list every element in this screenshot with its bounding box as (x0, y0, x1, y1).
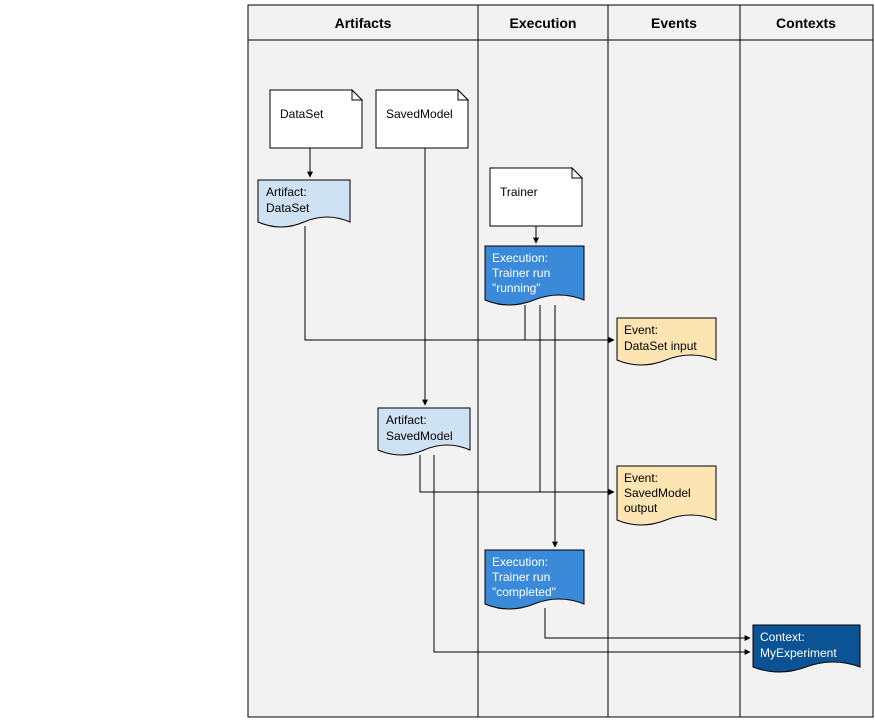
svg-text:Trainer run: Trainer run (492, 266, 550, 280)
svg-text:"completed": "completed" (492, 585, 556, 599)
svg-text:Artifact:: Artifact: (386, 413, 427, 427)
svg-text:Artifact:: Artifact: (266, 185, 307, 199)
svg-text:SavedModel: SavedModel (624, 486, 691, 500)
svg-text:Trainer: Trainer (500, 185, 538, 199)
svg-text:SavedModel: SavedModel (386, 107, 453, 121)
svg-text:Event:: Event: (624, 471, 658, 485)
execution-completed: Execution: Trainer run "completed" (485, 550, 584, 609)
svg-text:DataSet input: DataSet input (624, 339, 697, 353)
doc-trainer: Trainer (490, 168, 582, 226)
svg-text:Trainer run: Trainer run (492, 570, 550, 584)
svg-text:output: output (624, 501, 658, 515)
svg-text:MyExperiment: MyExperiment (760, 646, 837, 660)
doc-savedmodel: SavedModel (376, 90, 468, 148)
event-savedmodel-output: Event: SavedModel output (617, 466, 716, 525)
doc-dataset: DataSet (270, 90, 362, 148)
col-header-events: Events (651, 15, 697, 31)
svg-text:SavedModel: SavedModel (386, 429, 453, 443)
col-header-artifacts: Artifacts (335, 15, 392, 31)
svg-text:Execution:: Execution: (492, 251, 548, 265)
col-header-contexts: Contexts (776, 15, 836, 31)
svg-text:DataSet: DataSet (280, 107, 324, 121)
svg-text:DataSet: DataSet (266, 201, 310, 215)
svg-text:Execution:: Execution: (492, 555, 548, 569)
execution-running: Execution: Trainer run "running" (485, 246, 584, 305)
svg-text:Context:: Context: (760, 630, 805, 644)
mlmd-diagram: Artifacts Execution Events Contexts Data… (0, 0, 875, 721)
col-header-execution: Execution (510, 15, 577, 31)
svg-text:Event:: Event: (624, 323, 658, 337)
svg-text:"running": "running" (492, 281, 541, 295)
